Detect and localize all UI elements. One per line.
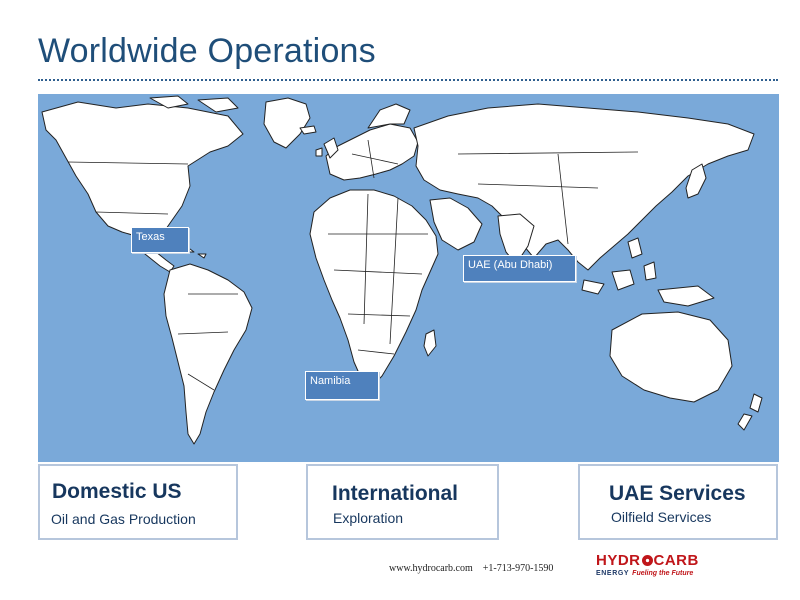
website-link[interactable]: www.hydrocarb.com (389, 563, 473, 574)
world-map (38, 94, 779, 462)
domestic-us-subtitle: Oil and Gas Production (51, 511, 196, 527)
domestic-us-title: Domestic US (52, 480, 182, 503)
texas-label: Texas (131, 227, 189, 253)
international-subtitle: Exploration (333, 510, 404, 526)
world-map-graphic (41, 95, 763, 445)
uae-services-card: UAE Services Oilfield Services (578, 464, 778, 540)
domestic-us-card: Domestic US Oil and Gas Production (38, 464, 238, 540)
hydrocarb-logo: HYDR CARB ENERGY Fueling the Future (596, 552, 736, 584)
logo-name-right: CARB (653, 552, 699, 569)
logo-tagline: Fueling the Future (632, 570, 694, 577)
logo-subline: ENERGY Fueling the Future (596, 570, 693, 577)
international-title: International (332, 482, 459, 505)
logo-wordmark: HYDR CARB (596, 552, 699, 569)
uae-services-title: UAE Services (609, 482, 746, 505)
logo-o-mark-icon (641, 555, 653, 566)
uae-label: UAE (Abu Dhabi) (463, 255, 576, 282)
slide-title: Worldwide Operations (38, 32, 376, 70)
footer-contact: www.hydrocarb.com +1-713-970-1590 (389, 563, 553, 574)
title-divider (38, 79, 778, 81)
logo-energy: ENERGY (596, 570, 630, 577)
international-card: International Exploration (306, 464, 499, 540)
uae-services-subtitle: Oilfield Services (611, 509, 712, 525)
namibia-label: Namibia (305, 371, 379, 400)
phone-number: +1-713-970-1590 (482, 563, 554, 574)
logo-name-left: HYDR (596, 552, 641, 569)
